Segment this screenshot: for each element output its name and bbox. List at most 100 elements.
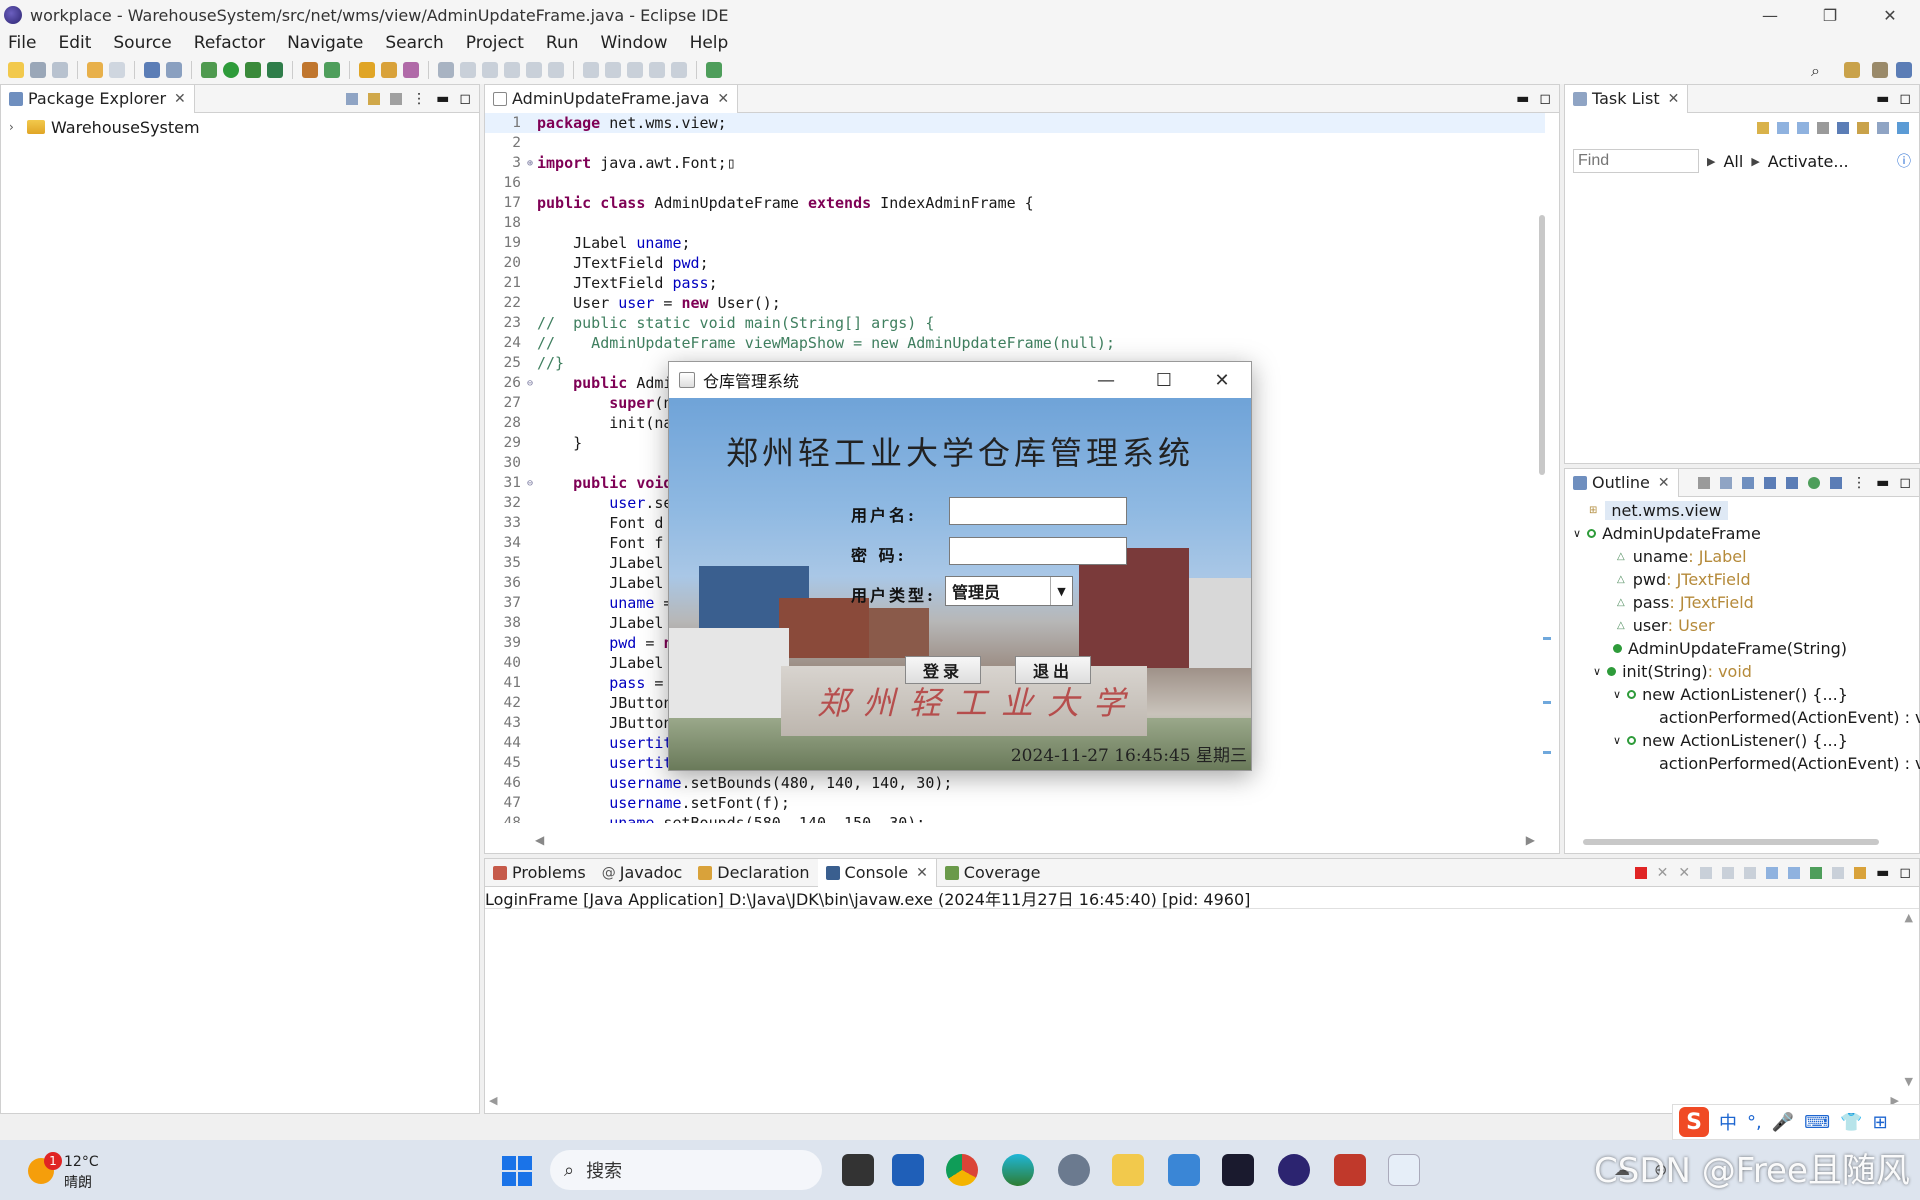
tab-declaration[interactable]: Declaration xyxy=(690,859,817,887)
horizontal-scrollbar[interactable] xyxy=(1583,839,1879,845)
eclipse-taskbar-icon[interactable] xyxy=(1278,1154,1310,1186)
username-field[interactable] xyxy=(949,497,1127,525)
sort-icon[interactable] xyxy=(1742,477,1755,489)
new-class-icon[interactable] xyxy=(324,62,340,78)
block-selection-icon[interactable] xyxy=(482,62,498,78)
notepad-icon[interactable] xyxy=(1168,1154,1200,1186)
maximize-view-icon[interactable]: ◻ xyxy=(459,91,471,107)
outline-field-row[interactable]: △ uname : JLabel xyxy=(1565,545,1919,568)
hide-fields-icon[interactable] xyxy=(1764,477,1777,489)
word-wrap-icon[interactable] xyxy=(504,62,520,78)
show-stderr-icon[interactable] xyxy=(1788,867,1801,879)
menu-window[interactable]: Window xyxy=(601,33,668,53)
menu-search[interactable]: Search xyxy=(385,33,443,53)
task-view-icon[interactable] xyxy=(842,1154,874,1186)
java-ee-perspective-icon[interactable] xyxy=(1872,62,1888,78)
scroll-down-icon[interactable]: ▼ xyxy=(1905,1075,1913,1088)
debug-icon[interactable] xyxy=(201,62,217,78)
close-tab-icon[interactable]: ✕ xyxy=(717,91,729,107)
settings-icon[interactable] xyxy=(1058,1154,1090,1186)
chevron-down-icon[interactable]: ∨ xyxy=(1613,688,1621,701)
all-filter[interactable]: All xyxy=(1723,152,1743,171)
show-whitespace-icon[interactable] xyxy=(526,62,542,78)
chevron-down-icon[interactable]: ∨ xyxy=(1573,527,1581,540)
horizontal-scrollbar[interactable]: ◀ ▶ xyxy=(535,833,1535,847)
code-line[interactable]: 23 // public static void main(String[] ar… xyxy=(485,313,1545,333)
next-annotation-icon[interactable] xyxy=(583,62,599,78)
focus-icon[interactable] xyxy=(1817,122,1829,134)
open-task-icon[interactable] xyxy=(381,62,397,78)
terminal-icon[interactable] xyxy=(144,62,160,78)
vertical-scrollbar[interactable] xyxy=(1539,215,1545,475)
show-stdout-icon[interactable] xyxy=(1766,867,1779,879)
login-dialog[interactable]: 仓库管理系统 — ☐ ✕ 郑州轻工业大学 郑州轻工业大学仓库管理系统 用户名: … xyxy=(668,361,1252,771)
word-wrap-icon[interactable] xyxy=(1744,867,1757,879)
display-console-icon[interactable] xyxy=(1832,867,1845,879)
menu-navigate[interactable]: Navigate xyxy=(287,33,363,53)
login-button[interactable]: 登录 xyxy=(905,656,981,684)
outline-method-row[interactable]: ∨ init(String) : void xyxy=(1565,660,1919,683)
java-taskbar-icon[interactable] xyxy=(1388,1154,1420,1186)
maximize-view-icon[interactable]: ◻ xyxy=(1899,91,1911,107)
run-icon[interactable] xyxy=(223,62,239,78)
outline-listener-row[interactable]: ∨ new ActionListener() {...} xyxy=(1565,729,1919,752)
outline-action-row[interactable]: actionPerformed(ActionEvent) : vo xyxy=(1565,706,1920,729)
forward-icon[interactable] xyxy=(671,62,687,78)
console-output[interactable] xyxy=(485,911,1905,1101)
close-tab-icon[interactable]: ✕ xyxy=(916,865,928,881)
open-type-icon[interactable] xyxy=(359,62,375,78)
usertype-select[interactable]: 管理员 ▼ xyxy=(945,576,1073,606)
maximize-view-icon[interactable]: ◻ xyxy=(1899,865,1911,881)
overview-marker[interactable] xyxy=(1543,751,1551,754)
pin-console-icon[interactable] xyxy=(1810,867,1823,879)
minimize-view-icon[interactable]: ▬ xyxy=(1876,475,1889,491)
find-input[interactable] xyxy=(1573,149,1699,173)
maximize-view-icon[interactable]: ◻ xyxy=(1539,91,1551,107)
menu-source[interactable]: Source xyxy=(113,33,171,53)
outline-field-row[interactable]: △ pwd : JTextField xyxy=(1565,568,1919,591)
categorized-icon[interactable] xyxy=(1777,122,1789,134)
dialog-maximize-button[interactable]: ☐ xyxy=(1135,362,1193,398)
code-line[interactable]: 3 ⊕ import java.awt.Font;▯ xyxy=(485,153,1545,173)
code-line[interactable]: 17 public class AdminUpdateFrame extends … xyxy=(485,193,1545,213)
punctuation-icon[interactable]: °, xyxy=(1747,1112,1762,1133)
tree-item-project[interactable]: › WarehouseSystem xyxy=(1,117,479,137)
save-all-icon[interactable] xyxy=(52,62,68,78)
code-line[interactable]: 22 User user = new User(); xyxy=(485,293,1545,313)
filter-arrow-icon[interactable]: ▶ xyxy=(1707,155,1715,168)
pin-editor-icon[interactable] xyxy=(706,62,722,78)
view-menu-icon[interactable]: ⋮ xyxy=(412,91,426,107)
code-line[interactable]: 2 xyxy=(485,133,1545,153)
hide-local-types-icon[interactable] xyxy=(1830,477,1843,489)
microphone-icon[interactable]: 🎤 xyxy=(1772,1112,1794,1133)
save-icon[interactable] xyxy=(30,62,46,78)
new-java-project-icon[interactable] xyxy=(302,62,318,78)
scroll-left-icon[interactable]: ◀ xyxy=(535,833,544,847)
minimize-view-icon[interactable]: ▬ xyxy=(1876,91,1889,107)
pilcrow-icon[interactable] xyxy=(548,62,564,78)
code-line[interactable]: 46 username .setBounds(480, 140, 140, 30)… xyxy=(485,773,1545,793)
keyboard-icon[interactable]: ⌨ xyxy=(1804,1112,1830,1133)
menu-project[interactable]: Project xyxy=(466,33,524,53)
password-field[interactable] xyxy=(949,537,1127,565)
maximize-button[interactable]: ❐ xyxy=(1800,0,1860,30)
dialog-close-button[interactable]: ✕ xyxy=(1193,362,1251,398)
fold-marker-icon[interactable]: ⊖ xyxy=(527,478,537,489)
chevron-right-icon[interactable]: › xyxy=(9,120,21,134)
menu-run[interactable]: Run xyxy=(546,33,579,53)
outline-constructor-row[interactable]: AdminUpdateFrame(String) xyxy=(1565,637,1919,660)
edge-icon[interactable] xyxy=(1002,1154,1034,1186)
toggle-mark-occurrences-icon[interactable] xyxy=(460,62,476,78)
scroll-left-icon[interactable]: ◀ xyxy=(489,1094,497,1107)
skin-icon[interactable]: 👕 xyxy=(1840,1112,1862,1133)
code-line[interactable]: 24 // AdminUpdateFrame viewMapShow = new … xyxy=(485,333,1545,353)
hide-static-icon[interactable] xyxy=(1786,477,1799,489)
scroll-up-icon[interactable]: ▲ xyxy=(1905,911,1913,924)
new-task-icon[interactable] xyxy=(1757,122,1769,134)
dialog-minimize-button[interactable]: — xyxy=(1077,362,1135,398)
tab-console[interactable]: Console ✕ xyxy=(817,858,937,887)
code-line[interactable]: 47 username .setFont(f); xyxy=(485,793,1545,813)
external-tools-icon[interactable] xyxy=(267,62,283,78)
chevron-down-icon[interactable]: ∨ xyxy=(1593,665,1601,678)
scroll-lock-icon[interactable] xyxy=(1722,867,1735,879)
